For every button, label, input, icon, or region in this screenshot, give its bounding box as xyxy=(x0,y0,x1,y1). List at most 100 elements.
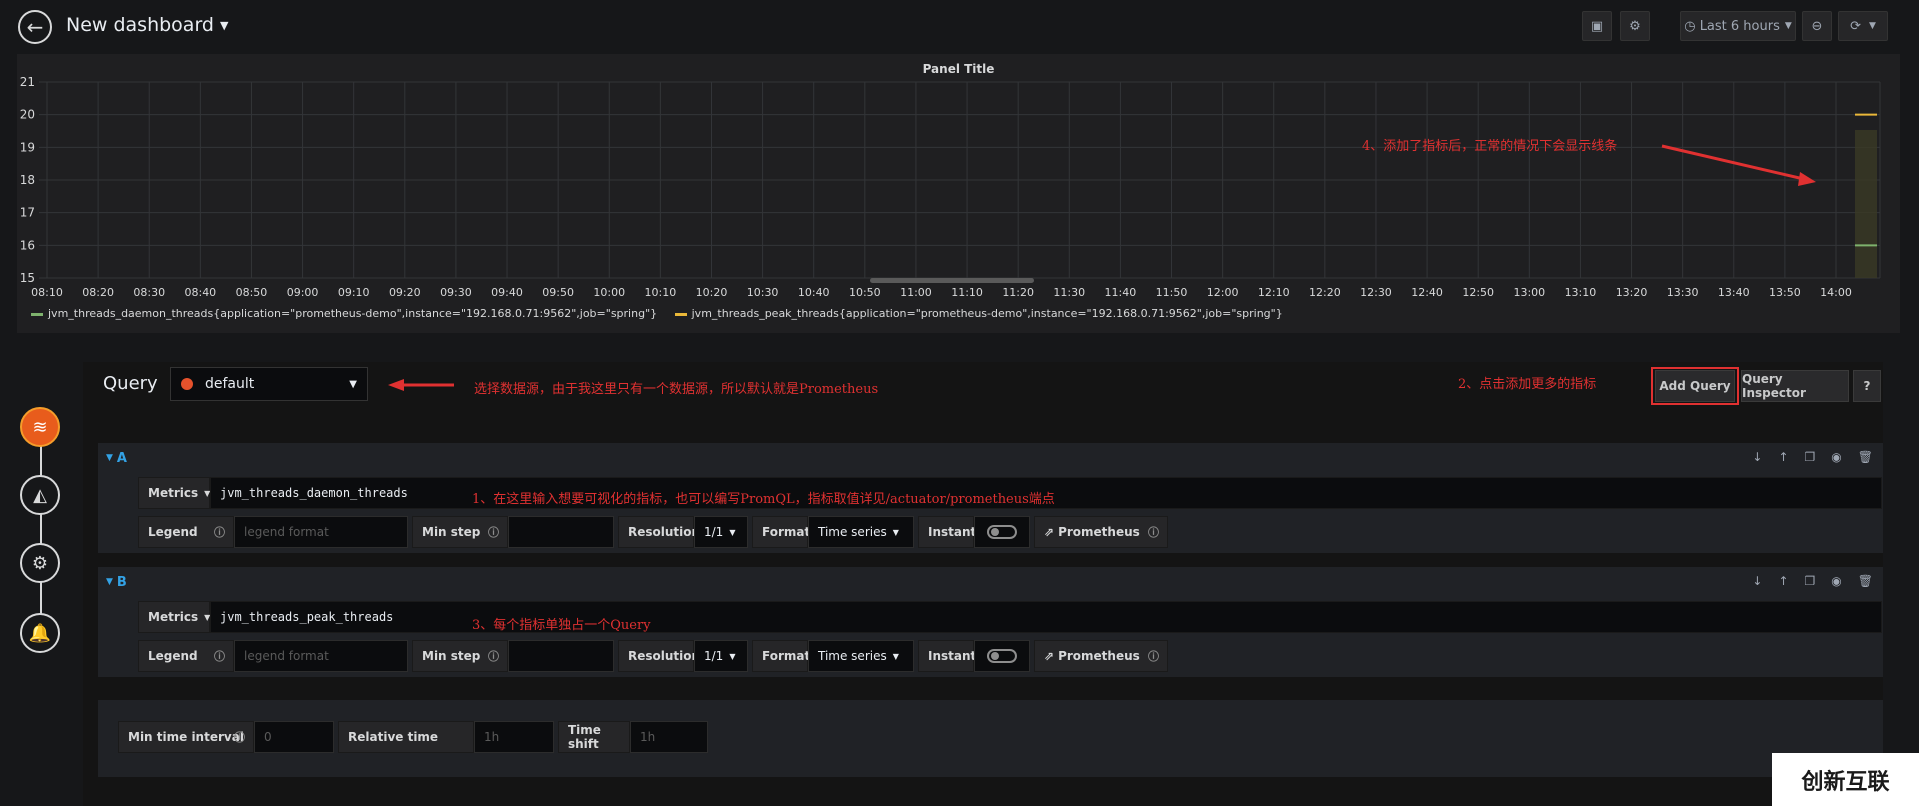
metrics-dropdown[interactable]: Metrics ▼ xyxy=(138,601,210,633)
min-interval-input[interactable]: 0 xyxy=(254,721,334,753)
info-icon[interactable]: ⓘ xyxy=(214,524,225,540)
legend-item[interactable]: jvm_threads_daemon_threads{application="… xyxy=(31,307,657,320)
time-picker[interactable]: ◷ Last 6 hours ▼ xyxy=(1680,11,1796,41)
x-tick-label: 12:00 xyxy=(1207,286,1239,299)
add-query-button[interactable]: Add Query xyxy=(1655,370,1735,402)
toggle-switch xyxy=(987,649,1017,663)
query-actions: ↓ ↑ ❐ ◉ 🗑 xyxy=(1752,450,1873,464)
x-tick-label: 09:20 xyxy=(389,286,421,299)
collapse-icon: ▼ xyxy=(106,577,113,587)
x-tick-label: 12:40 xyxy=(1411,286,1443,299)
metrics-input[interactable]: jvm_threads_peak_threads xyxy=(210,601,1882,633)
time-shift-input[interactable]: 1h xyxy=(630,721,708,753)
help-button[interactable]: ? xyxy=(1853,370,1881,402)
y-tick-label: 19 xyxy=(20,140,35,154)
legend-item[interactable]: jvm_threads_peak_threads{application="pr… xyxy=(674,307,1283,320)
format-select[interactable]: Time series ▼ xyxy=(808,640,914,672)
query-row-header[interactable]: ▼ B ↓ ↑ ❐ ◉ 🗑 xyxy=(98,567,1883,597)
instant-toggle[interactable] xyxy=(974,516,1030,548)
info-icon[interactable]: ⓘ xyxy=(1148,524,1159,540)
info-icon[interactable]: ⓘ xyxy=(1148,648,1159,664)
query-actions: ↓ ↑ ❐ ◉ 🗑 xyxy=(1752,574,1873,588)
trash-icon[interactable]: 🗑 xyxy=(1858,574,1873,588)
y-tick-label: 15 xyxy=(20,271,35,285)
x-tick-label: 11:10 xyxy=(951,286,983,299)
instant-toggle[interactable] xyxy=(974,640,1030,672)
legend-input[interactable]: legend format xyxy=(234,640,408,672)
x-tick-label: 11:20 xyxy=(1002,286,1034,299)
move-up-icon[interactable]: ↑ xyxy=(1778,450,1788,464)
min-interval-label: Min time interval ⓘ xyxy=(118,721,254,753)
relative-time-input[interactable]: 1h xyxy=(474,721,554,753)
metrics-annotation: 1、在这里输入想要可视化的指标，也可以编写PromQL，指标取值详见/actua… xyxy=(472,492,1055,507)
legend-label: Legend ⓘ xyxy=(138,640,234,672)
query-inspector-button[interactable]: Query Inspector xyxy=(1741,370,1849,402)
duplicate-icon[interactable]: ❐ xyxy=(1805,450,1816,464)
save-icon: ▣ xyxy=(1590,18,1604,34)
x-tick-label: 12:20 xyxy=(1309,286,1341,299)
external-link-icon: ⇗ xyxy=(1044,525,1055,539)
resolution-select[interactable]: 1/1 ▼ xyxy=(694,640,748,672)
query-row-header[interactable]: ▼ A ↓ ↑ ❐ ◉ 🗑 xyxy=(98,443,1883,473)
eye-icon[interactable]: ◉ xyxy=(1831,574,1841,588)
eye-icon[interactable]: ◉ xyxy=(1831,450,1841,464)
x-tick-label: 08:50 xyxy=(236,286,268,299)
tab-queries[interactable]: ≋ xyxy=(20,407,60,447)
dashboard-title[interactable]: New dashboard ▼ xyxy=(66,14,228,36)
x-tick-label: 09:50 xyxy=(542,286,574,299)
rail-connector xyxy=(40,440,42,640)
caret-down-icon: ▼ xyxy=(1868,21,1876,31)
refresh-button[interactable]: ⟳ ▼ xyxy=(1838,11,1888,41)
chart-annotation: 4、添加了指标后，正常的情况下会显示线条 xyxy=(1362,139,1618,154)
legend-label: Legend ⓘ xyxy=(138,516,234,548)
move-down-icon[interactable]: ↓ xyxy=(1752,574,1762,588)
back-button[interactable]: ← xyxy=(18,10,52,44)
prometheus-link[interactable]: ⇗ Prometheus ⓘ xyxy=(1034,516,1168,548)
min-step-input[interactable] xyxy=(508,516,614,548)
panel-resize-handle[interactable] xyxy=(870,278,1034,283)
tab-visualization[interactable]: ◭ xyxy=(20,475,60,515)
caret-down-icon: ▼ xyxy=(349,378,357,390)
settings-button[interactable]: ⚙ xyxy=(1620,11,1650,41)
info-icon[interactable]: ⓘ xyxy=(488,648,499,664)
relative-time-label: Relative time xyxy=(338,721,474,753)
format-select[interactable]: Time series ▼ xyxy=(808,516,914,548)
y-tick-label: 17 xyxy=(20,206,35,220)
duplicate-icon[interactable]: ❐ xyxy=(1805,574,1816,588)
x-tick-label: 10:10 xyxy=(645,286,677,299)
series-color-swatch xyxy=(674,312,687,316)
x-tick-label: 13:30 xyxy=(1667,286,1699,299)
info-icon[interactable]: ⓘ xyxy=(214,648,225,664)
save-dashboard-button[interactable]: ▣ xyxy=(1582,11,1612,41)
datasource-select[interactable]: default ▼ xyxy=(170,367,368,401)
x-tick-label: 13:40 xyxy=(1718,286,1750,299)
data-fill-area xyxy=(1855,130,1877,278)
y-tick-label: 21 xyxy=(20,75,35,89)
tab-general[interactable]: ⚙ xyxy=(20,543,60,583)
query-row-body: Metrics ▼ jvm_threads_peak_threads Legend… xyxy=(98,597,1883,677)
caret-down-icon: ▼ xyxy=(1784,21,1792,31)
resolution-select[interactable]: 1/1 ▼ xyxy=(694,516,748,548)
trash-icon[interactable]: 🗑 xyxy=(1858,450,1873,464)
external-link-icon: ⇗ xyxy=(1044,649,1055,663)
chart-legend: jvm_threads_daemon_threads{application="… xyxy=(31,307,1297,320)
graph-chart: 15 16 17 18 19 20 21 08:10 08:20 08:30 08:40 08:50 0… xyxy=(20,75,1881,299)
x-tick-label: 09:00 xyxy=(287,286,319,299)
x-tick-label: 09:10 xyxy=(338,286,370,299)
series-color-swatch xyxy=(31,312,43,316)
toggle-switch xyxy=(987,525,1017,539)
zoom-out-button[interactable]: ⊖ xyxy=(1802,11,1832,41)
legend-input[interactable]: legend format xyxy=(234,516,408,548)
move-down-icon[interactable]: ↓ xyxy=(1752,450,1762,464)
info-icon[interactable]: ⓘ xyxy=(488,524,499,540)
x-tick-label: 08:40 xyxy=(184,286,216,299)
min-step-input[interactable] xyxy=(508,640,614,672)
time-shift-label: Time shift xyxy=(558,721,630,753)
prometheus-link[interactable]: ⇗ Prometheus ⓘ xyxy=(1034,640,1168,672)
move-up-icon[interactable]: ↑ xyxy=(1778,574,1788,588)
tab-alert[interactable]: 🔔 xyxy=(20,613,60,653)
x-tick-label: 12:50 xyxy=(1462,286,1494,299)
x-tick-label: 08:10 xyxy=(31,286,63,299)
info-icon[interactable]: ⓘ xyxy=(234,729,245,745)
metrics-dropdown[interactable]: Metrics ▼ xyxy=(138,477,210,509)
